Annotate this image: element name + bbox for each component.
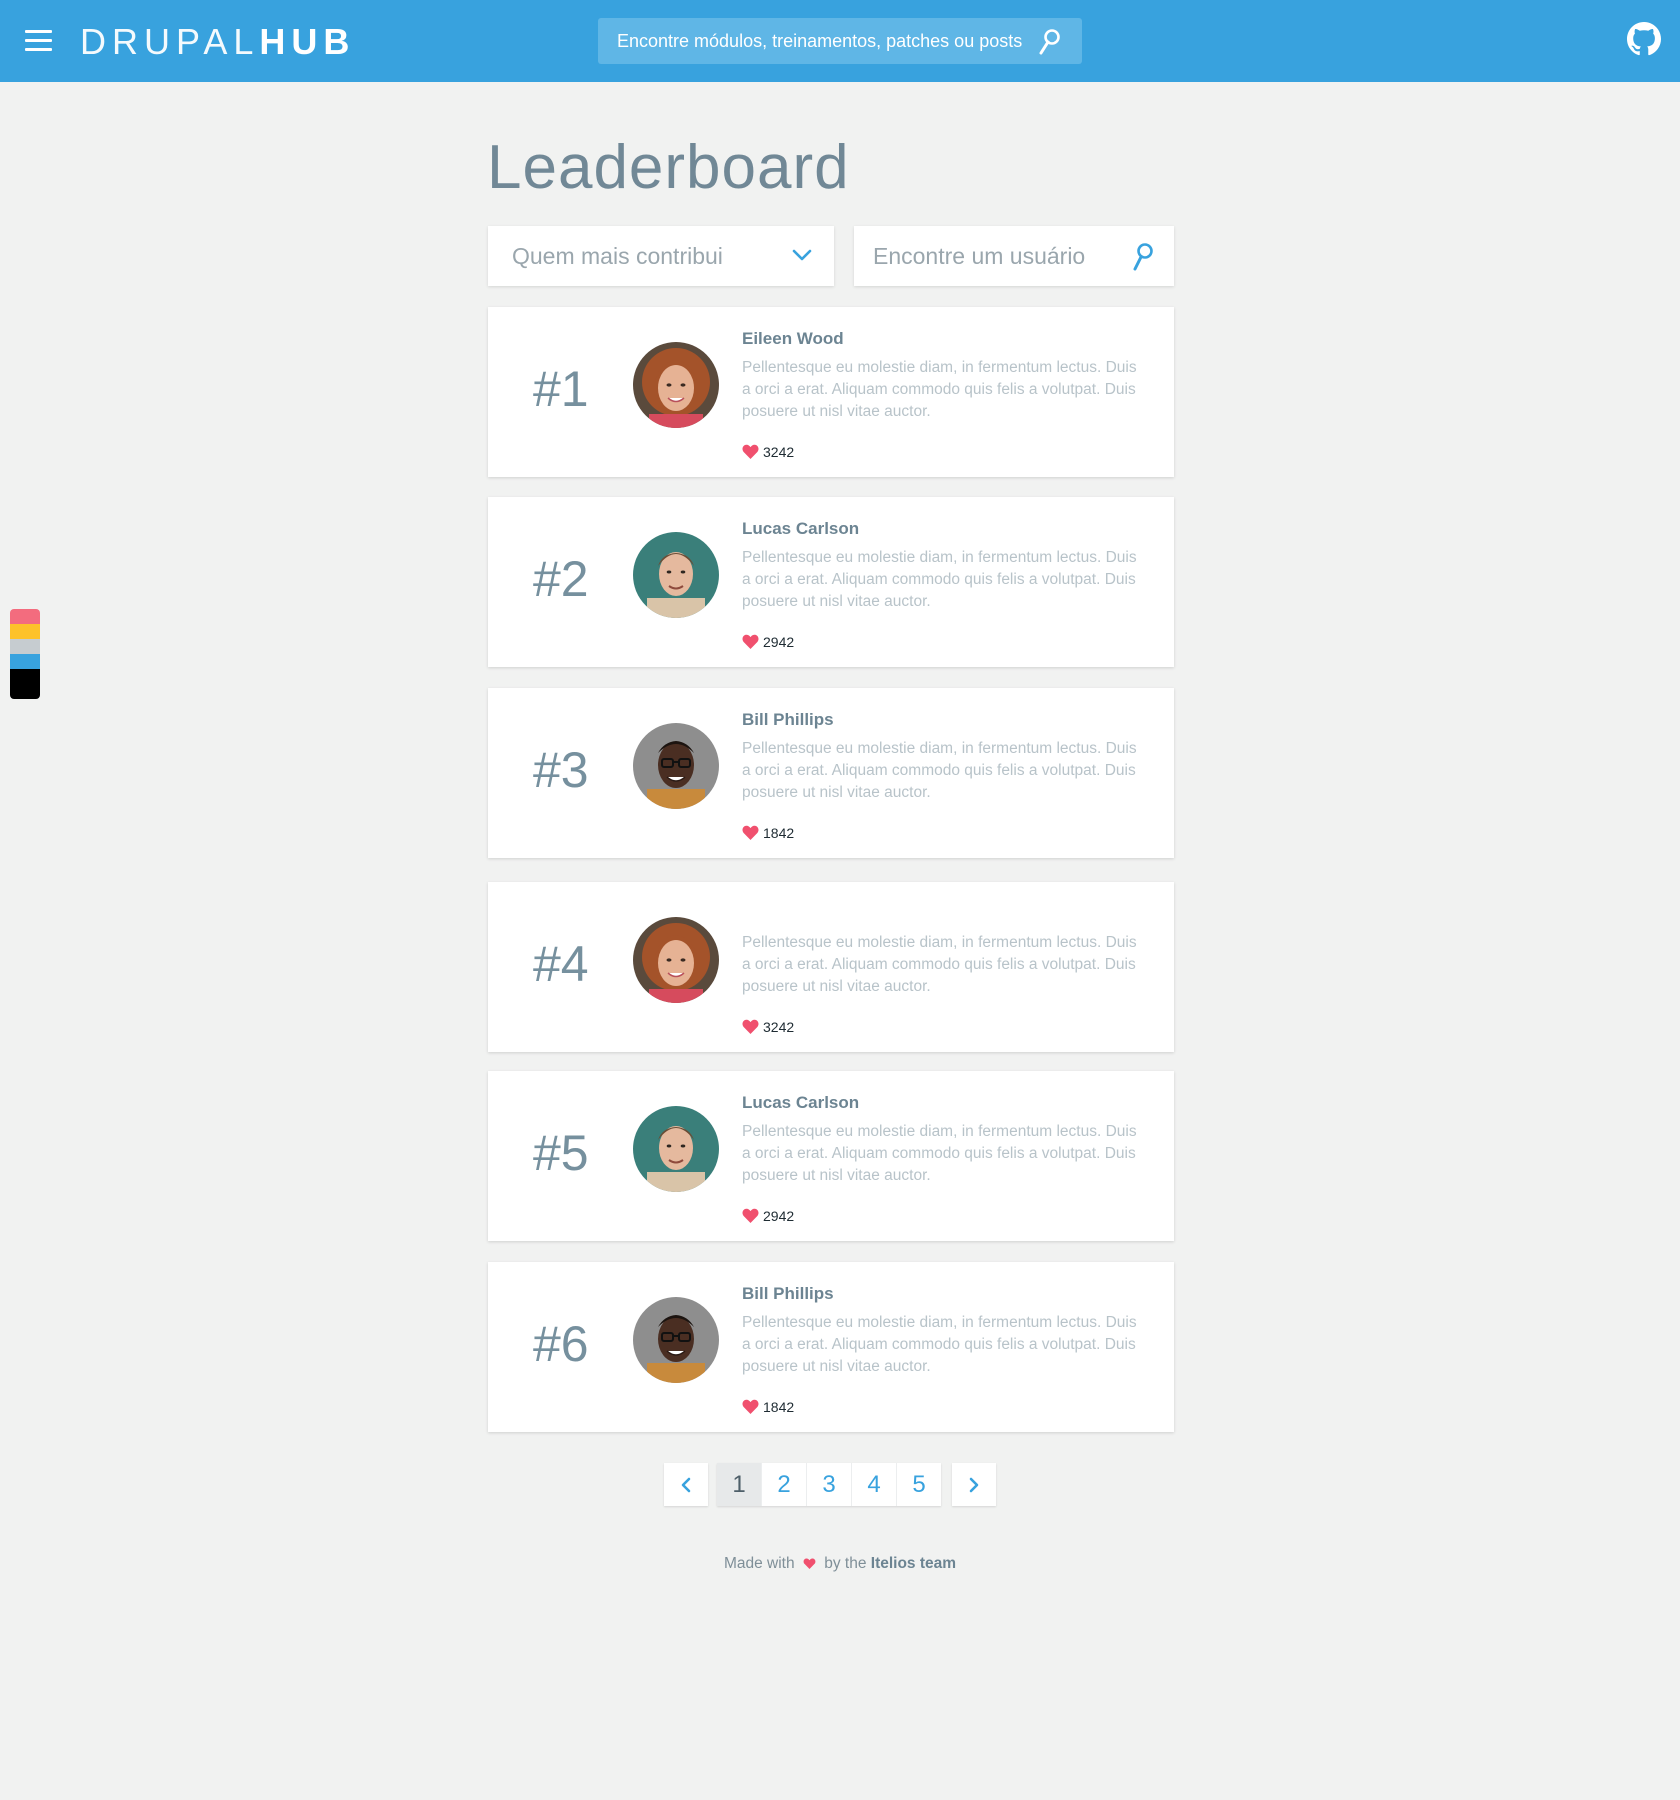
leaderboard-card[interactable]: #3 Bill Phillips Pellentesque eu molestie … — [488, 688, 1174, 858]
user-name[interactable]: Bill Phillips — [742, 1284, 834, 1304]
rank-number: #5 — [533, 1125, 589, 1181]
likes-count: 3242 — [742, 443, 794, 461]
likes-value: 1842 — [763, 824, 795, 841]
search-icon[interactable] — [1038, 28, 1062, 56]
user-description: Pellentesque eu molestie diam, in fermen… — [742, 1314, 1137, 1375]
search-icon[interactable] — [1132, 242, 1154, 272]
palette-swatch[interactable] — [10, 654, 40, 669]
page-3-button[interactable]: 3 — [807, 1463, 852, 1506]
likes-count: 2942 — [742, 633, 794, 651]
heart-icon — [742, 825, 759, 841]
palette-swatch[interactable] — [10, 669, 40, 699]
leaderboard-card[interactable]: #6 Bill Phillips Pellentesque eu molestie … — [488, 1262, 1174, 1432]
chevron-right-icon — [969, 1477, 979, 1493]
user-search-input[interactable]: Encontre um usuário — [854, 226, 1174, 286]
heart-icon — [742, 444, 759, 460]
logo[interactable]: DRUPALHUB — [80, 20, 355, 64]
likes-value: 3242 — [763, 443, 795, 460]
heart-icon — [742, 1208, 759, 1224]
page-title: Leaderboard — [487, 133, 850, 202]
user-description: Pellentesque eu molestie diam, in fermen… — [742, 934, 1137, 995]
palette-swatch[interactable] — [10, 639, 40, 654]
leaderboard-card[interactable]: #5 Lucas Carlson Pellentesque eu molestie … — [488, 1071, 1174, 1241]
page-4-button[interactable]: 4 — [852, 1463, 897, 1506]
likes-count: 1842 — [742, 824, 794, 842]
rank-number: #2 — [533, 551, 589, 607]
hamburger-menu-icon[interactable] — [25, 30, 52, 52]
next-page-button[interactable] — [952, 1463, 996, 1506]
user-name[interactable]: Lucas Carlson — [742, 1093, 859, 1113]
likes-value: 1842 — [763, 1398, 795, 1415]
user-avatar[interactable] — [633, 342, 719, 428]
likes-value: 3242 — [763, 1018, 795, 1035]
global-search-placeholder: Encontre módulos, treinamentos, patches … — [617, 31, 1023, 51]
filter-selected-value: Quem mais contribui — [512, 243, 723, 269]
footer-middle: by the — [824, 1555, 867, 1572]
previous-page-button[interactable] — [664, 1463, 708, 1506]
user-name[interactable]: Lucas Carlson — [742, 519, 859, 539]
user-avatar[interactable] — [633, 1297, 719, 1383]
rank-number: #3 — [533, 742, 589, 798]
logo-text-light: DRUPAL — [80, 21, 260, 62]
logo-text-bold: HUB — [259, 21, 356, 62]
rank-number: #6 — [533, 1316, 589, 1372]
user-avatar[interactable] — [633, 917, 719, 1003]
user-avatar[interactable] — [633, 723, 719, 809]
team-link[interactable]: Itelios team — [871, 1555, 956, 1572]
rank-number: #4 — [533, 936, 589, 992]
top-navbar: DRUPALHUB Encontre módulos, treinamentos… — [0, 0, 1680, 82]
user-avatar[interactable] — [633, 1106, 719, 1192]
user-search-placeholder: Encontre um usuário — [873, 243, 1086, 269]
likes-count: 2942 — [742, 1207, 794, 1225]
page-1-button[interactable]: 1 — [717, 1463, 762, 1506]
footer-prefix: Made with — [723, 1555, 795, 1572]
palette-swatch[interactable] — [10, 624, 40, 639]
global-search-input[interactable]: Encontre módulos, treinamentos, patches … — [598, 18, 1082, 64]
page-5-button[interactable]: 5 — [897, 1463, 941, 1506]
likes-count: 1842 — [742, 1398, 794, 1416]
heart-icon — [803, 1558, 816, 1570]
color-palette-switcher[interactable] — [10, 609, 40, 699]
user-name[interactable]: Bill Phillips — [742, 710, 834, 730]
palette-swatch[interactable] — [10, 609, 40, 624]
heart-icon — [742, 1019, 759, 1035]
leaderboard-card[interactable]: #2 Lucas Carlson Pellentesque eu molestie … — [488, 497, 1174, 667]
user-description: Pellentesque eu molestie diam, in fermen… — [742, 549, 1137, 610]
heart-icon — [742, 634, 759, 650]
likes-value: 2942 — [763, 1207, 795, 1224]
github-icon[interactable] — [1627, 22, 1661, 56]
user-description: Pellentesque eu molestie diam, in fermen… — [742, 740, 1137, 801]
user-description: Pellentesque eu molestie diam, in fermen… — [742, 359, 1137, 420]
heart-icon — [742, 1399, 759, 1415]
leaderboard-card[interactable]: #1 Eileen Wood Pellentesque eu molestie di… — [488, 307, 1174, 477]
likes-count: 3242 — [742, 1018, 794, 1036]
page-2-button[interactable]: 2 — [762, 1463, 807, 1506]
chevron-down-icon — [792, 249, 812, 261]
leaderboard-card[interactable]: #4 Pellentesque eu molestie diam, in ferm… — [488, 882, 1174, 1052]
user-name[interactable]: Eileen Wood — [742, 329, 844, 349]
likes-value: 2942 — [763, 633, 795, 650]
footer: Made with by the Itelios team — [0, 1555, 1680, 1573]
page-number-group: 12345 — [717, 1463, 941, 1506]
user-description: Pellentesque eu molestie diam, in fermen… — [742, 1123, 1137, 1184]
user-avatar[interactable] — [633, 532, 719, 618]
chevron-left-icon — [681, 1477, 691, 1493]
leaderboard-filter-select[interactable]: Quem mais contribui — [488, 226, 834, 286]
rank-number: #1 — [533, 361, 589, 417]
